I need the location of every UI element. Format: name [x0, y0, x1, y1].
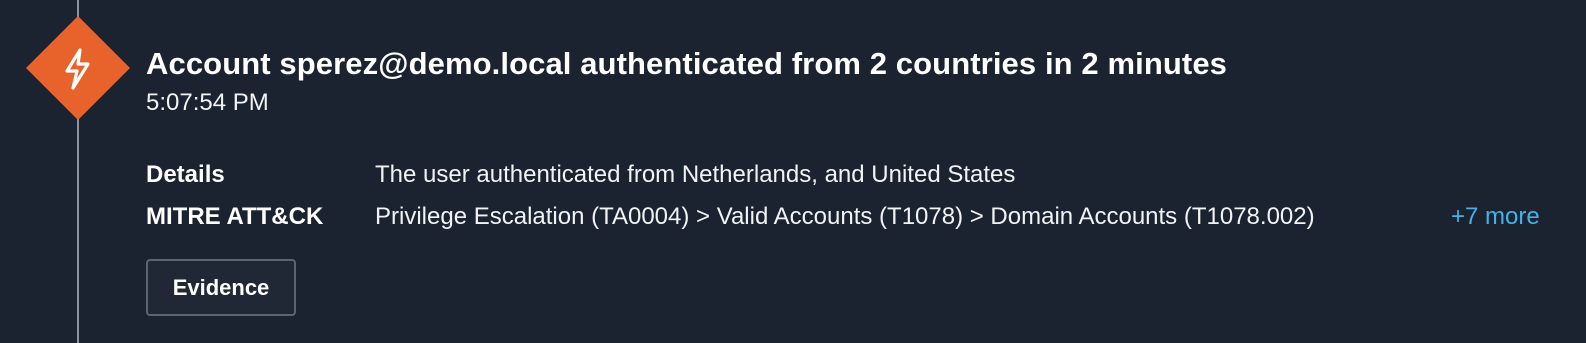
evidence-button[interactable]: Evidence: [146, 259, 296, 316]
alert-title: Account sperez@demo.local authenticated …: [146, 46, 1228, 81]
details-value: The user authenticated from Netherlands,…: [375, 161, 1016, 188]
alert-badge: [26, 16, 130, 120]
mitre-value: Privilege Escalation (TA0004) > Valid Ac…: [375, 203, 1315, 230]
alert-timestamp: 5:07:54 PM: [146, 89, 269, 116]
details-label: Details: [146, 161, 225, 188]
mitre-label: MITRE ATT&CK: [146, 203, 324, 230]
mitre-more-link[interactable]: +7 more: [1451, 200, 1540, 234]
lightning-bolt-icon: [26, 16, 130, 120]
